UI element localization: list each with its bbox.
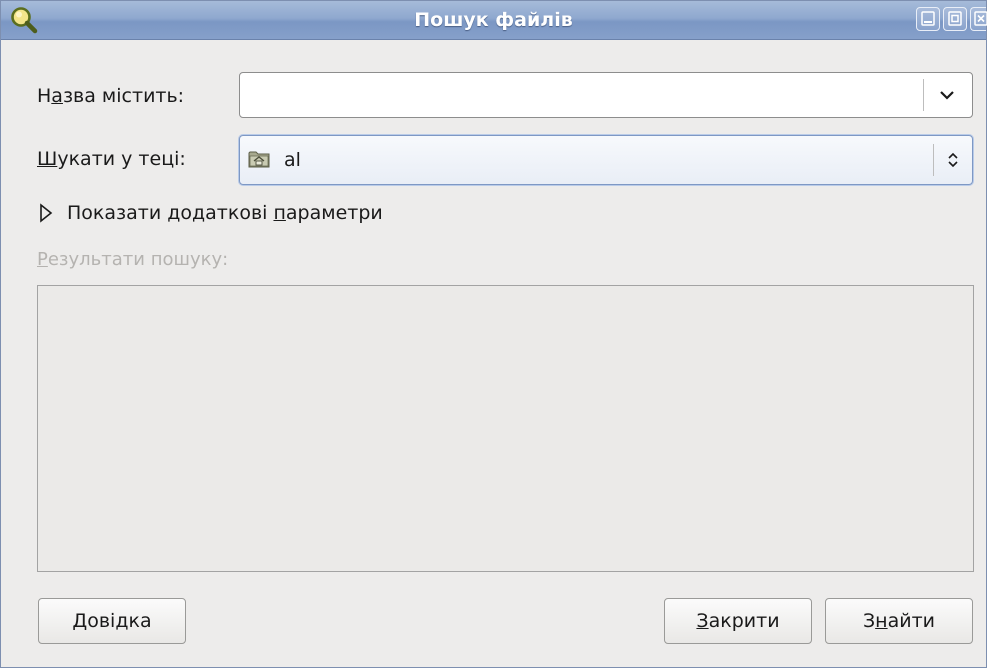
more-options-expander[interactable]: Показати додаткові параметри (39, 202, 383, 224)
folder-value: al (284, 149, 301, 171)
search-files-window: Пошук файлів Назва містить: Шукати у тец… (0, 0, 987, 668)
title-bar[interactable]: Пошук файлів (1, 1, 987, 40)
name-contains-label: Назва містить: (37, 85, 185, 107)
close-dialog-button[interactable]: Закрити (664, 598, 812, 644)
close-icon (974, 11, 987, 26)
name-contains-input[interactable] (250, 73, 922, 117)
name-contains-combobox[interactable] (239, 72, 973, 118)
maximize-button[interactable] (943, 7, 967, 31)
more-options-label: Показати додаткові параметри (67, 202, 383, 224)
window-title: Пошук файлів (414, 9, 573, 31)
home-folder-icon (248, 151, 270, 168)
triangle-right-icon (40, 203, 53, 223)
name-dropdown-button[interactable] (924, 73, 970, 117)
folder-select-button[interactable] (934, 136, 972, 184)
window-controls (916, 7, 987, 31)
minimize-button[interactable] (916, 7, 940, 31)
close-button[interactable] (970, 7, 987, 31)
updown-arrows-icon (948, 152, 958, 168)
look-in-folder-label: Шукати у теці: (37, 148, 186, 170)
find-button[interactable]: Знайти (825, 598, 973, 644)
maximize-icon (948, 11, 962, 26)
search-results-label: Результати пошуку: (37, 249, 229, 270)
search-results-list[interactable] (37, 285, 974, 572)
help-button[interactable]: Довідка (38, 598, 186, 644)
minimize-icon (921, 11, 935, 26)
look-in-folder-combobox[interactable]: al (239, 135, 973, 185)
chevron-down-icon (940, 91, 954, 100)
